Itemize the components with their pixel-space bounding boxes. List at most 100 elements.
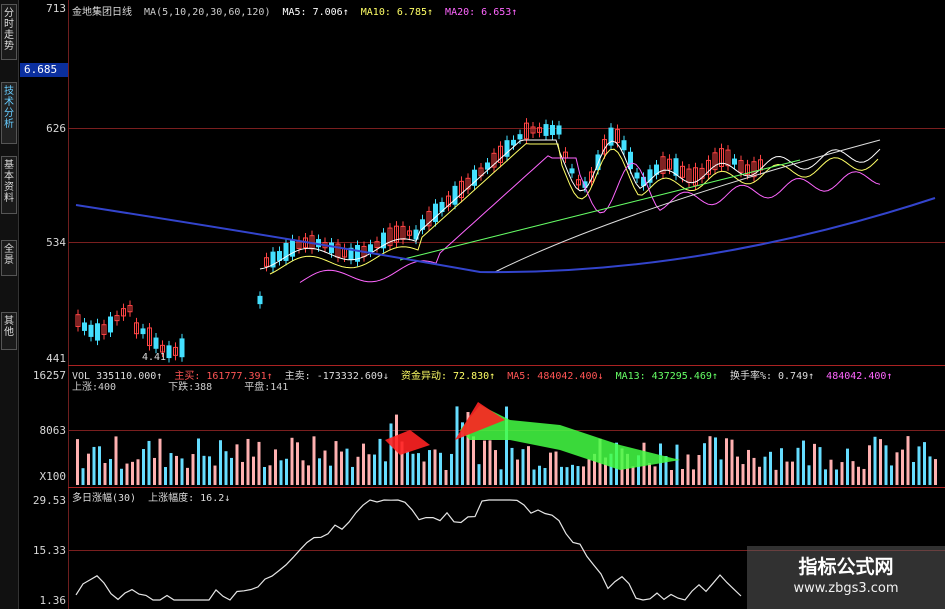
volume-bar xyxy=(725,438,728,485)
volume-bar xyxy=(890,465,893,485)
candle-body xyxy=(108,316,113,333)
volume-bar xyxy=(906,436,910,485)
candle-body xyxy=(166,345,172,359)
volume-bar xyxy=(169,453,173,485)
volume-bar xyxy=(752,457,756,485)
volume-bar xyxy=(576,466,580,485)
volume-bar xyxy=(279,460,283,485)
volume-bar xyxy=(109,458,112,485)
volume-bar xyxy=(917,446,921,485)
volume-bar xyxy=(307,465,310,485)
volume-bar xyxy=(851,461,855,485)
low-price-marker: 4.41 xyxy=(142,352,166,363)
volume-bar xyxy=(439,452,442,485)
volume-bar xyxy=(846,448,849,485)
candle-body xyxy=(368,244,373,253)
volume-bar xyxy=(285,458,288,485)
volume-bar xyxy=(730,439,734,485)
candle-body xyxy=(179,338,185,358)
candle-body xyxy=(82,322,87,331)
volume-bar xyxy=(103,462,107,485)
ma120-line xyxy=(75,197,936,274)
volume-bar xyxy=(829,459,833,485)
volume-bar xyxy=(543,468,547,485)
volume-bar xyxy=(802,440,805,485)
volume-bar xyxy=(769,451,772,485)
volume-bar xyxy=(125,463,129,485)
volume-bar xyxy=(862,468,866,485)
volume-bar xyxy=(334,441,338,485)
volume-bar xyxy=(362,443,365,485)
volume-bar xyxy=(670,469,673,485)
volume-bar xyxy=(378,438,382,485)
candle-body xyxy=(511,139,516,146)
volume-bar xyxy=(455,406,459,485)
volume-bar xyxy=(175,455,178,485)
volume-bar xyxy=(142,449,145,485)
volume-bar xyxy=(681,468,684,485)
volume-bar xyxy=(213,465,217,485)
volume-bar xyxy=(312,436,316,485)
watermark-title: 指标公式网 xyxy=(798,556,894,578)
volume-bar xyxy=(219,440,222,485)
volume-bar xyxy=(246,438,250,485)
ma60-line xyxy=(494,139,881,273)
volume-bar xyxy=(571,464,574,485)
volume-bar xyxy=(499,469,503,485)
volume-bar xyxy=(494,450,497,485)
volume-bar xyxy=(373,454,376,485)
candle-body xyxy=(140,328,146,335)
volume-bar xyxy=(747,449,750,485)
volume-bar xyxy=(928,456,932,485)
volume-bar xyxy=(840,462,844,485)
chart-canvas[interactable]: 4.41 xyxy=(0,0,945,609)
volume-bar xyxy=(884,445,888,485)
volume-bar xyxy=(224,451,228,485)
volume-bar xyxy=(719,459,723,485)
candle-body xyxy=(452,185,458,205)
volume-bar xyxy=(653,466,657,485)
volume-bar xyxy=(807,465,811,485)
volume-bar xyxy=(411,453,415,485)
volume-bar xyxy=(703,443,706,485)
volume-bar xyxy=(549,452,552,485)
volume-bar xyxy=(477,464,481,485)
volume-bar xyxy=(532,469,536,485)
volume-bar xyxy=(318,458,321,485)
volume-bar xyxy=(813,443,816,485)
volume-bar xyxy=(384,461,387,485)
volume-bar xyxy=(433,449,437,485)
candle-body xyxy=(329,242,334,254)
volume-bar xyxy=(230,457,233,485)
volume-bar xyxy=(708,436,712,485)
volume-bar xyxy=(422,461,426,485)
volume-bar xyxy=(197,438,200,485)
candle-body xyxy=(485,162,490,170)
volume-bar xyxy=(131,461,134,485)
volume-bar xyxy=(98,446,101,485)
volume-bar xyxy=(675,444,679,485)
volume-bar xyxy=(263,466,266,485)
ma-lines-layer xyxy=(75,139,936,283)
volume-bar xyxy=(274,449,277,485)
candle-body xyxy=(257,295,263,305)
volume-bar xyxy=(450,453,453,485)
ma30-line xyxy=(399,159,801,261)
candle-body xyxy=(556,125,562,135)
volume-bar xyxy=(235,444,239,485)
volume-bar xyxy=(923,442,926,485)
volume-bar xyxy=(483,440,486,485)
volume-bar xyxy=(351,466,354,485)
watermark-url: www.zbgs3.com xyxy=(793,581,899,596)
volume-bar xyxy=(92,446,96,485)
volume-bar xyxy=(510,447,514,485)
volume-bar xyxy=(268,465,272,485)
volume-bar xyxy=(208,456,211,485)
candle-body xyxy=(569,168,575,174)
volume-bar xyxy=(554,451,558,485)
volume-bars-layer xyxy=(76,402,937,485)
volume-bar xyxy=(81,468,85,485)
volume-bar xyxy=(301,460,305,485)
candle-body xyxy=(153,337,159,349)
candle-body xyxy=(621,140,627,151)
